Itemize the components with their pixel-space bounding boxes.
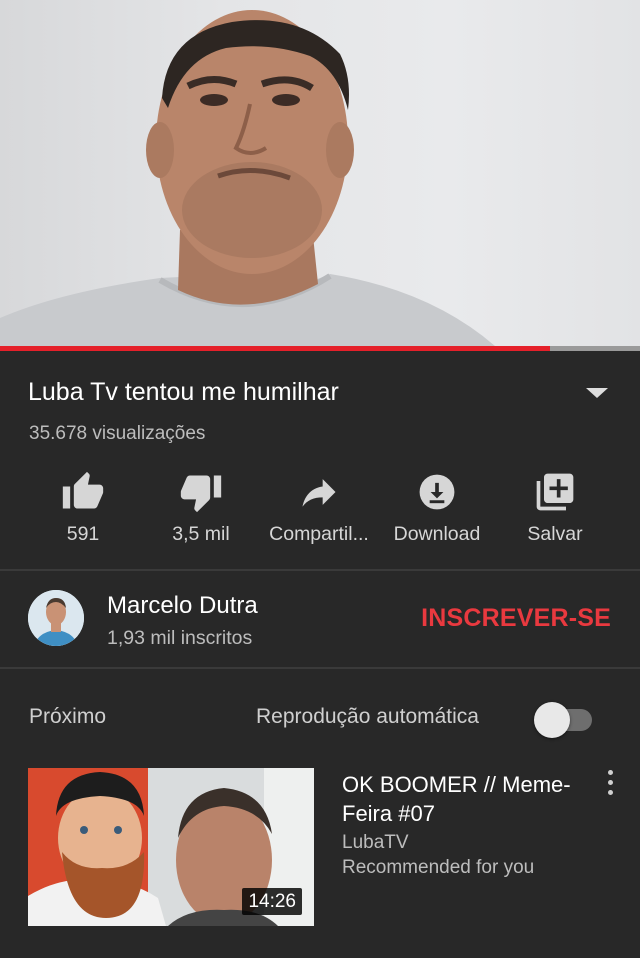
title-row[interactable]: Luba Tv tentou me humilhar <box>28 376 618 410</box>
channel-avatar[interactable] <box>28 590 84 646</box>
divider <box>0 667 640 669</box>
like-count: 591 <box>66 523 100 545</box>
save-label: Salvar <box>527 523 583 545</box>
avatar-image <box>28 590 84 646</box>
view-count: 35.678 visualizações <box>29 423 206 444</box>
video-progress-fill <box>0 346 551 351</box>
recommended-meta: Recommended for you <box>342 857 535 878</box>
like-button[interactable]: 591 <box>18 466 148 556</box>
dislike-button[interactable]: 3,5 mil <box>136 466 266 556</box>
video-duration: 14:26 <box>242 888 302 915</box>
subscriber-count: 1,93 mil inscritos <box>107 627 253 649</box>
recommended-thumbnail[interactable]: 14:26 <box>28 768 314 926</box>
download-label: Download <box>393 523 481 545</box>
recommended-title[interactable]: OK BOOMER // Meme-Feira #07 <box>342 770 572 828</box>
add-to-playlist-icon <box>536 473 574 511</box>
autoplay-label: Reprodução automática <box>256 705 479 728</box>
autoplay-toggle-knob[interactable] <box>534 702 570 738</box>
video-progress-bar[interactable] <box>0 346 640 351</box>
share-icon <box>302 479 336 507</box>
recommended-channel: LubaTV <box>342 832 409 853</box>
thumbs-up-icon <box>62 471 104 509</box>
download-icon <box>419 474 455 510</box>
expand-description-icon[interactable] <box>586 388 608 398</box>
video-actions: 591 3,5 mil Compartil... Download Salvar <box>0 466 640 556</box>
share-button[interactable]: Compartil... <box>254 466 384 556</box>
video-player[interactable] <box>0 0 640 346</box>
more-options-icon[interactable] <box>600 770 620 800</box>
up-next-label: Próximo <box>29 705 107 728</box>
save-button[interactable]: Salvar <box>490 466 620 556</box>
thumbs-down-icon <box>180 475 222 513</box>
dislike-count: 3,5 mil <box>172 523 230 545</box>
download-button[interactable]: Download <box>372 466 502 556</box>
divider <box>0 569 640 571</box>
channel-name[interactable]: Marcelo Dutra <box>107 592 258 620</box>
video-title: Luba Tv tentou me humilhar <box>28 378 339 406</box>
video-frame <box>0 10 495 346</box>
subscribe-button[interactable]: INSCREVER-SE <box>421 604 611 633</box>
share-label: Compartil... <box>269 523 369 545</box>
